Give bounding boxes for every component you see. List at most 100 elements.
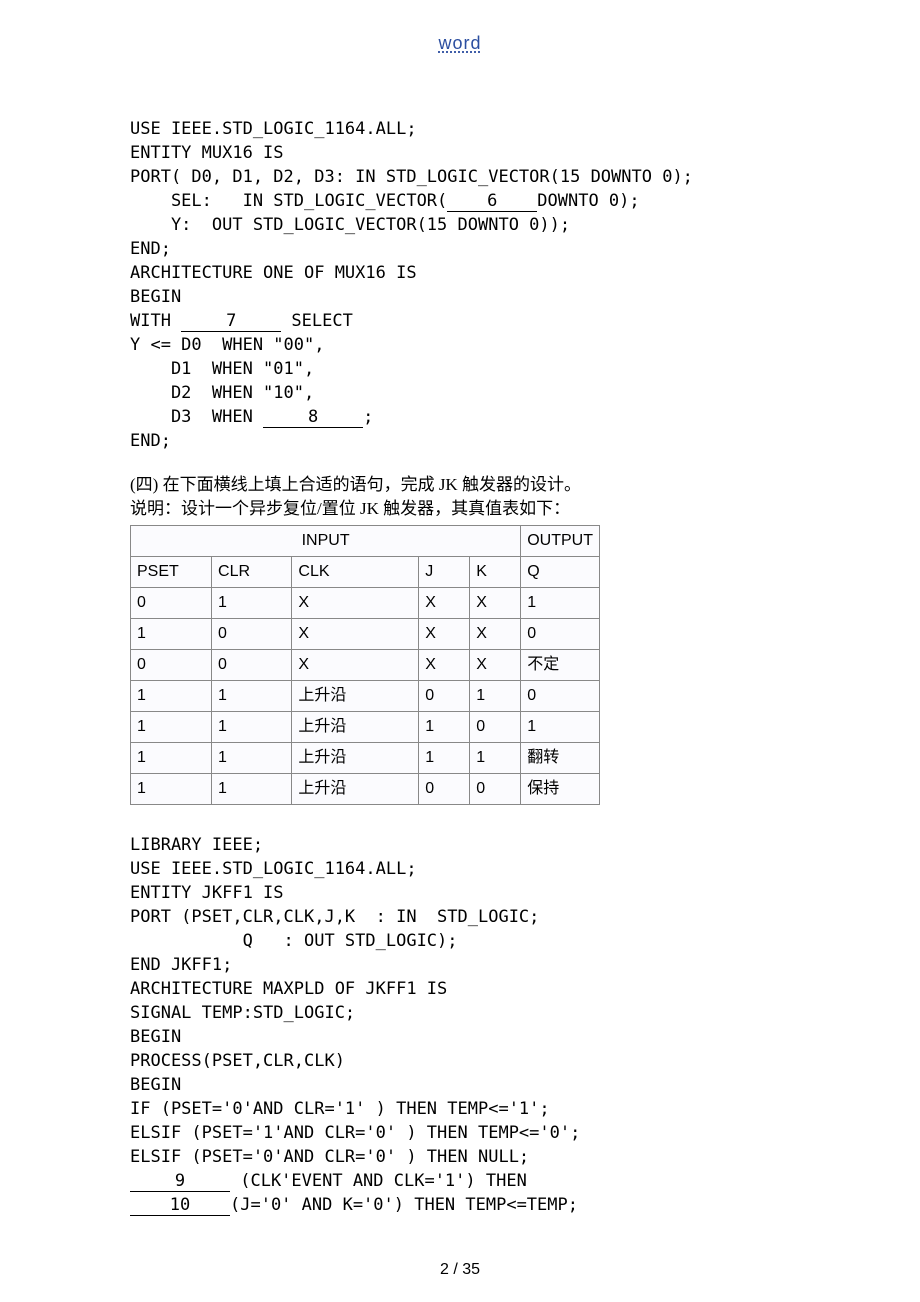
code-line-part: D3 WHEN [130,407,263,427]
cell: X [292,619,419,650]
cell: 1 [470,743,521,774]
cell: 上升沿 [292,712,419,743]
cell: 1 [131,774,212,805]
cell: X [292,650,419,681]
code-line: USE IEEE.STD_LOGIC_1164.ALL; [130,859,417,879]
th-clk: CLK [292,557,419,588]
th-input: INPUT [131,526,521,557]
th-output: OUTPUT [521,526,600,557]
cell: 1 [521,588,600,619]
cell: 1 [131,681,212,712]
table-body: 01XXX1 10XXX0 00XXX不定 11上升沿010 11上升沿101 … [131,588,600,805]
code-line: ELSIF (PSET='1'AND CLR='0' ) THEN TEMP<=… [130,1123,580,1143]
jk-truth-table: INPUT OUTPUT PSET CLR CLK J K Q 01XXX1 1… [130,525,600,805]
cell: 1 [521,712,600,743]
code-line: END; [130,431,171,451]
code-line: ARCHITECTURE MAXPLD OF JKFF1 IS [130,979,447,999]
code-line: D2 WHEN "10", [130,383,314,403]
table-row: 11上升沿00保持 [131,774,600,805]
cell: 1 [470,681,521,712]
table-row: 11上升沿11翻转 [131,743,600,774]
vhdl-code-block-mux16: USE IEEE.STD_LOGIC_1164.ALL; ENTITY MUX1… [130,117,790,453]
cell: 0 [470,712,521,743]
cell: X [292,588,419,619]
code-line: IF (PSET='0'AND CLR='1' ) THEN TEMP<='1'… [130,1099,550,1119]
table-row: 01XXX1 [131,588,600,619]
page-number: 2 / 35 [0,1258,920,1282]
cell: 0 [131,588,212,619]
code-line: Q : OUT STD_LOGIC); [130,931,458,951]
header-word-link: word [130,30,790,57]
code-line: BEGIN [130,1027,181,1047]
vhdl-code-block-jkff: LIBRARY IEEE; USE IEEE.STD_LOGIC_1164.AL… [130,833,790,1217]
cell: 1 [212,743,292,774]
code-line: BEGIN [130,1075,181,1095]
cell: 1 [131,712,212,743]
cell: 0 [521,619,600,650]
code-line: D1 WHEN "01", [130,359,314,379]
cell: 上升沿 [292,681,419,712]
code-line-part: DOWNTO 0); [537,191,639,211]
cell: 1 [212,712,292,743]
th-q: Q [521,557,600,588]
cell: 0 [212,650,292,681]
cell: 0 [419,681,470,712]
cell: 0 [419,774,470,805]
table-row: 00XXX不定 [131,650,600,681]
cell: 保持 [521,774,600,805]
cell: X [419,650,470,681]
code-line: BEGIN [130,287,181,307]
code-line: PORT (PSET,CLR,CLK,J,K : IN STD_LOGIC; [130,907,539,927]
table-row: 10XXX0 [131,619,600,650]
table-header-cols: PSET CLR CLK J K Q [131,557,600,588]
code-line: ELSIF (PSET='0'AND CLR='0' ) THEN NULL; [130,1147,529,1167]
cell: 不定 [521,650,600,681]
code-line: SIGNAL TEMP:STD_LOGIC; [130,1003,355,1023]
document-page: word USE IEEE.STD_LOGIC_1164.ALL; ENTITY… [0,0,920,1302]
table-row: 11上升沿010 [131,681,600,712]
blank-10: 10 [130,1196,230,1216]
th-clr: CLR [212,557,292,588]
code-line: PORT( D0, D1, D2, D3: IN STD_LOGIC_VECTO… [130,167,693,187]
code-line-part: WITH [130,311,181,331]
cell: 1 [212,588,292,619]
cell: X [419,588,470,619]
th-k: K [470,557,521,588]
section-4-title: (四) 在下面横线上填上合适的语句，完成 JK 触发器的设计。 [130,473,790,497]
code-line: USE IEEE.STD_LOGIC_1164.ALL; [130,119,417,139]
cell: 0 [470,774,521,805]
th-j: J [419,557,470,588]
cell: 0 [521,681,600,712]
blank-8: 8 [263,408,363,428]
code-line: ENTITY MUX16 IS [130,143,284,163]
cell: 翻转 [521,743,600,774]
code-line-part: SEL: IN STD_LOGIC_VECTOR( [130,191,447,211]
cell: X [419,619,470,650]
code-line: PROCESS(PSET,CLR,CLK) [130,1051,345,1071]
blank-9: 9 [130,1172,230,1192]
cell: 上升沿 [292,743,419,774]
cell: X [470,588,521,619]
cell: 0 [131,650,212,681]
cell: 0 [212,619,292,650]
cell: 1 [212,774,292,805]
code-line-part: SELECT [281,311,353,331]
cell: 1 [419,712,470,743]
code-line: END; [130,239,171,259]
blank-7: 7 [181,312,281,332]
cell: 1 [419,743,470,774]
code-line: ENTITY JKFF1 IS [130,883,284,903]
code-line: Y: OUT STD_LOGIC_VECTOR(15 DOWNTO 0)); [130,215,570,235]
code-line: Y <= D0 WHEN "00", [130,335,324,355]
code-line: ARCHITECTURE ONE OF MUX16 IS [130,263,417,283]
cell: 1 [212,681,292,712]
cell: 1 [131,619,212,650]
code-line: LIBRARY IEEE; [130,835,263,855]
code-line-part: ; [363,407,373,427]
cell: X [470,619,521,650]
table-row: 11上升沿101 [131,712,600,743]
code-line-part: (CLK'EVENT AND CLK='1') THEN [230,1171,527,1191]
table-header-group: INPUT OUTPUT [131,526,600,557]
section-4-desc: 说明：设计一个异步复位/置位 JK 触发器，其真值表如下： [130,497,790,521]
cell: X [470,650,521,681]
